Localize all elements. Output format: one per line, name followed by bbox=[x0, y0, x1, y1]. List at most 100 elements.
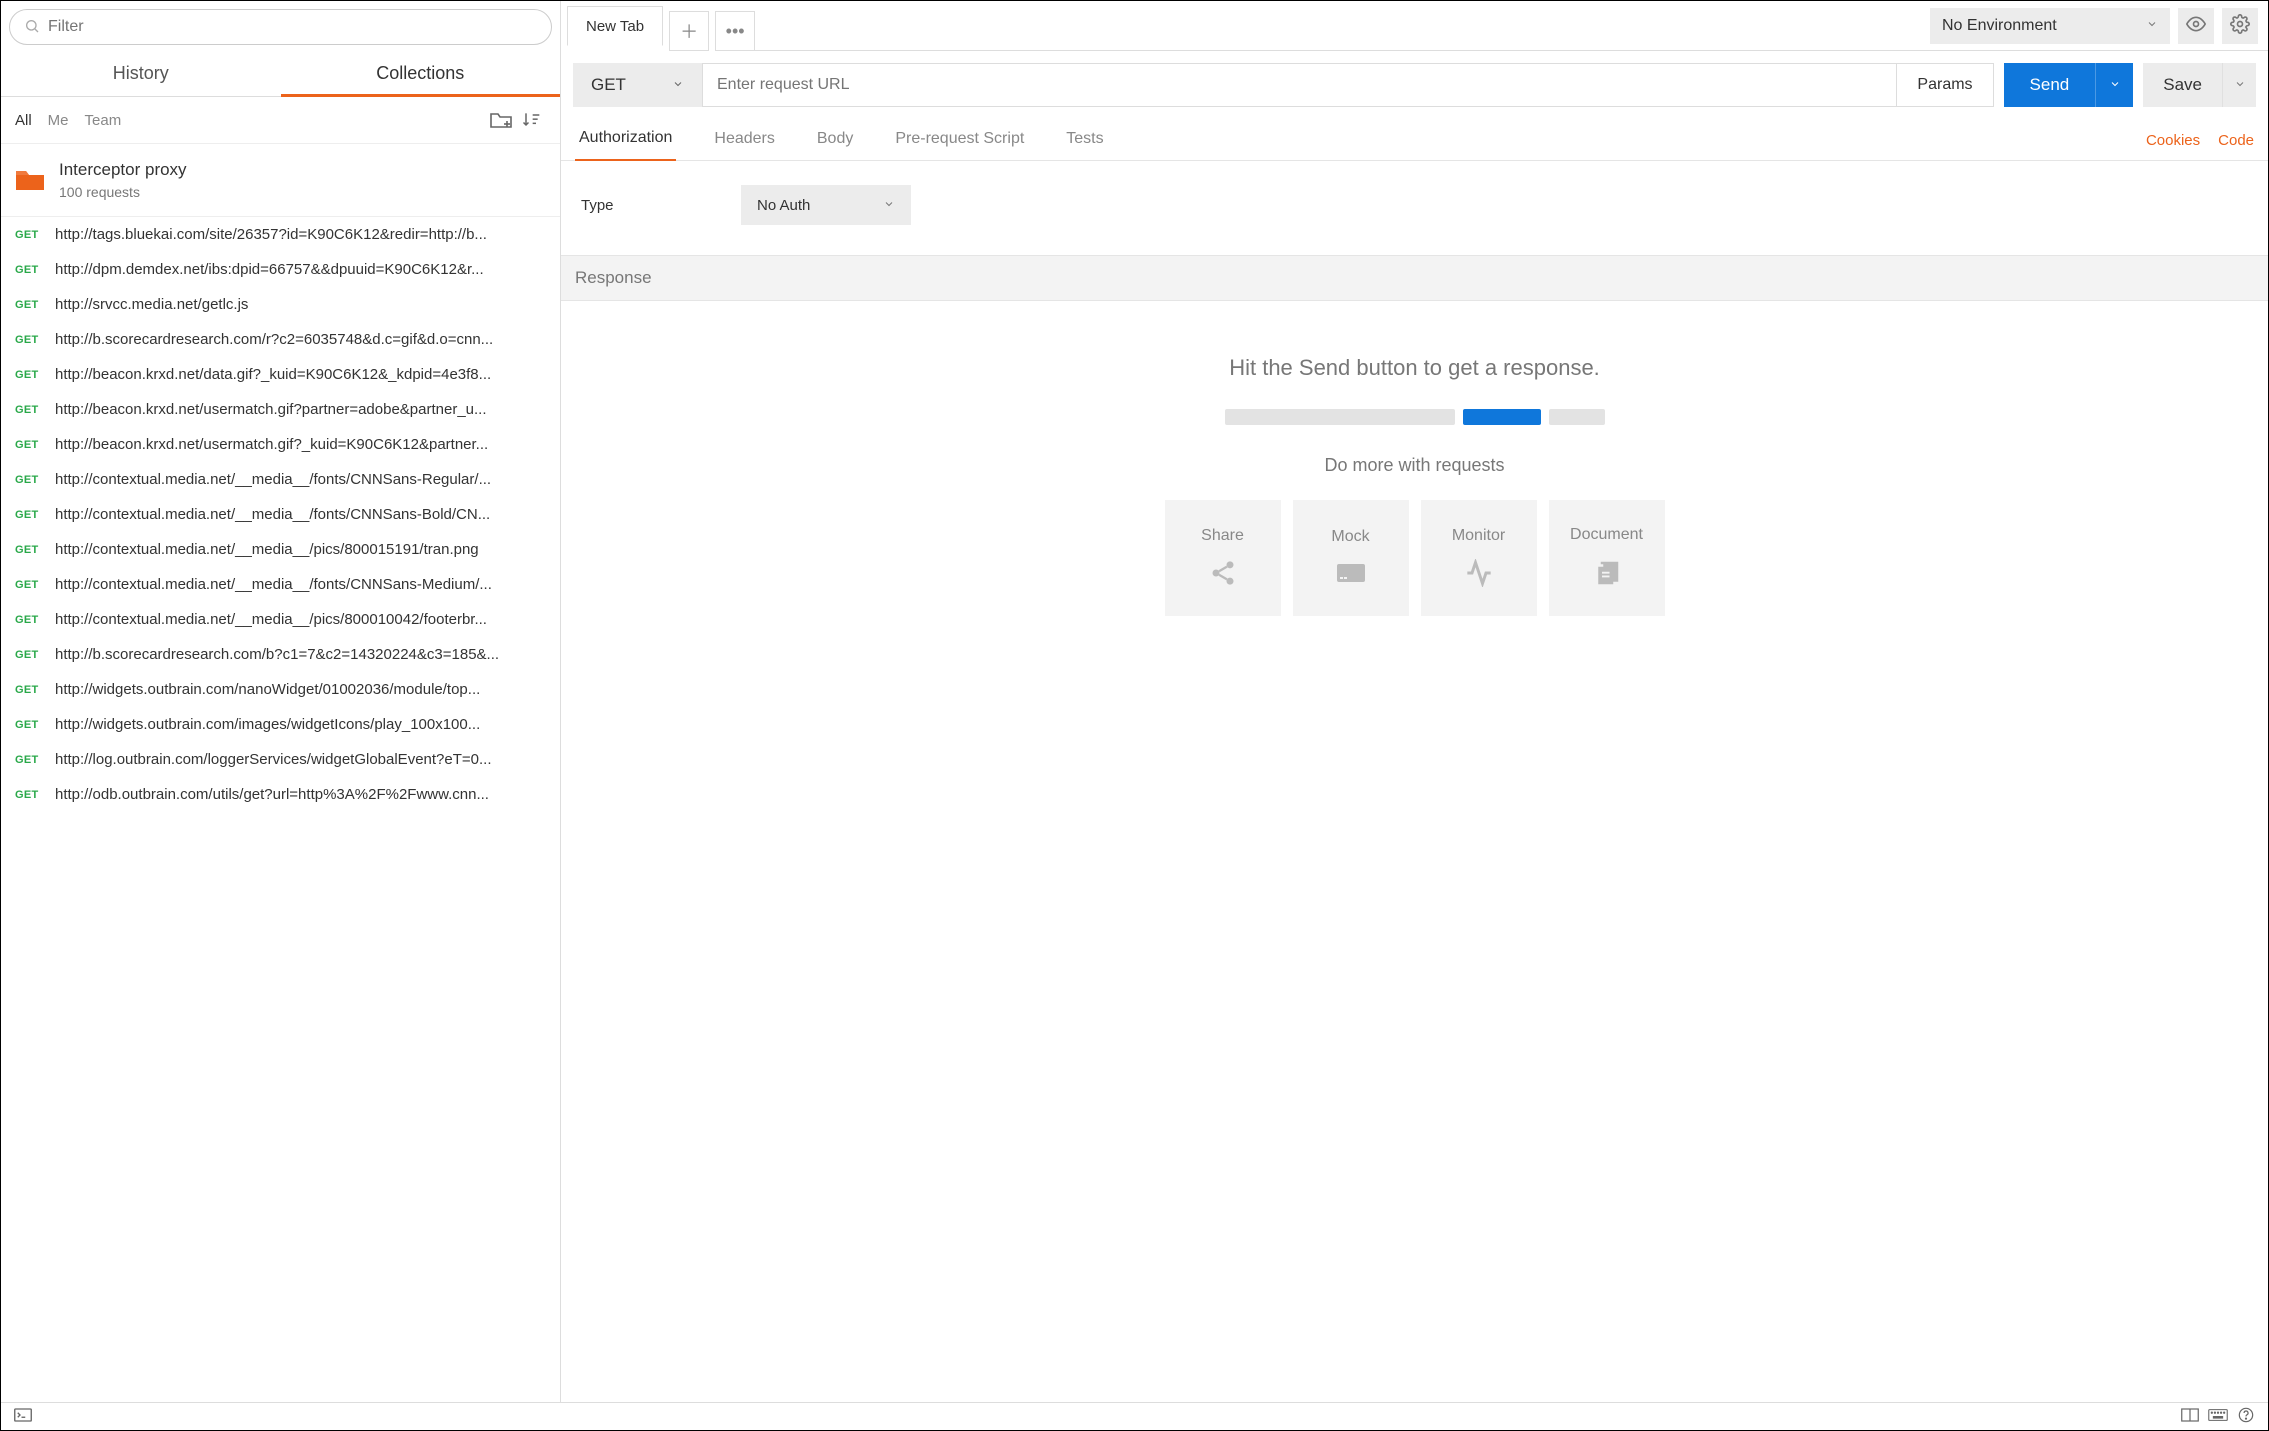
request-row[interactable]: GEThttp://beacon.krxd.net/data.gif?_kuid… bbox=[1, 357, 560, 392]
request-method: GET bbox=[15, 579, 55, 591]
request-url: http://odb.outbrain.com/utils/get?url=ht… bbox=[55, 786, 546, 803]
request-url: http://contextual.media.net/__media__/fo… bbox=[55, 471, 546, 488]
keyboard-shortcuts-button[interactable] bbox=[2204, 1403, 2232, 1431]
request-row[interactable]: GEThttp://contextual.media.net/__media__… bbox=[1, 532, 560, 567]
request-row[interactable]: GEThttp://b.scorecardresearch.com/r?c2=6… bbox=[1, 322, 560, 357]
placeholder-illustration bbox=[1225, 409, 1605, 425]
do-more-label: Do more with requests bbox=[1324, 455, 1504, 476]
scope-all[interactable]: All bbox=[15, 112, 32, 129]
settings-button[interactable] bbox=[2222, 8, 2258, 44]
request-url: http://contextual.media.net/__media__/pi… bbox=[55, 611, 546, 628]
help-icon bbox=[2238, 1407, 2254, 1426]
terminal-icon bbox=[14, 1408, 32, 1425]
request-row[interactable]: GEThttp://srvcc.media.net/getlc.js bbox=[1, 287, 560, 322]
save-options-button[interactable] bbox=[2222, 63, 2256, 107]
activity-icon bbox=[1463, 559, 1495, 590]
request-method: GET bbox=[15, 719, 55, 731]
request-row[interactable]: GEThttp://contextual.media.net/__media__… bbox=[1, 602, 560, 637]
help-button[interactable] bbox=[2232, 1403, 2260, 1431]
sort-button[interactable] bbox=[516, 107, 546, 133]
request-method: GET bbox=[15, 754, 55, 766]
environment-selected-label: No Environment bbox=[1942, 17, 2057, 35]
ellipsis-icon: ••• bbox=[726, 21, 745, 42]
auth-type-select[interactable]: No Auth bbox=[741, 185, 911, 225]
filter-input[interactable] bbox=[48, 18, 537, 36]
request-url: http://beacon.krxd.net/usermatch.gif?par… bbox=[55, 401, 546, 418]
request-row[interactable]: GEThttp://log.outbrain.com/loggerService… bbox=[1, 742, 560, 777]
server-icon bbox=[1335, 560, 1367, 589]
request-row[interactable]: GEThttp://contextual.media.net/__media__… bbox=[1, 462, 560, 497]
request-url: http://tags.bluekai.com/site/26357?id=K9… bbox=[55, 226, 546, 243]
share-label: Share bbox=[1201, 527, 1244, 545]
request-row[interactable]: GEThttp://dpm.demdex.net/ibs:dpid=66757&… bbox=[1, 252, 560, 287]
url-input[interactable] bbox=[703, 63, 1897, 107]
request-row[interactable]: GEThttp://tags.bluekai.com/site/26357?id… bbox=[1, 217, 560, 252]
new-collection-button[interactable] bbox=[486, 107, 516, 133]
request-url: http://contextual.media.net/__media__/fo… bbox=[55, 506, 546, 523]
subtab-authorization[interactable]: Authorization bbox=[575, 121, 676, 161]
auth-type-label: Type bbox=[581, 197, 741, 214]
auth-type-selected: No Auth bbox=[757, 197, 810, 214]
request-url: http://b.scorecardresearch.com/r?c2=6035… bbox=[55, 331, 546, 348]
request-url: http://beacon.krxd.net/data.gif?_kuid=K9… bbox=[55, 366, 546, 383]
response-header: Response bbox=[561, 255, 2268, 301]
request-row[interactable]: GEThttp://widgets.outbrain.com/nanoWidge… bbox=[1, 672, 560, 707]
request-url: http://contextual.media.net/__media__/fo… bbox=[55, 576, 546, 593]
tab-history[interactable]: History bbox=[1, 53, 281, 96]
subtab-tests[interactable]: Tests bbox=[1062, 122, 1107, 160]
monitor-card[interactable]: Monitor bbox=[1421, 500, 1537, 616]
environment-quicklook-button[interactable] bbox=[2178, 8, 2214, 44]
document-icon bbox=[1592, 558, 1622, 591]
subtab-body[interactable]: Body bbox=[813, 122, 857, 160]
request-url: http://b.scorecardresearch.com/b?c1=7&c2… bbox=[55, 646, 546, 663]
request-row[interactable]: GEThttp://b.scorecardresearch.com/b?c1=7… bbox=[1, 637, 560, 672]
collection-name: Interceptor proxy bbox=[59, 160, 187, 180]
folder-icon bbox=[15, 166, 59, 195]
mock-card[interactable]: Mock bbox=[1293, 500, 1409, 616]
subtab-headers[interactable]: Headers bbox=[710, 122, 778, 160]
request-method: GET bbox=[15, 509, 55, 521]
send-options-button[interactable] bbox=[2095, 63, 2133, 107]
scope-me[interactable]: Me bbox=[48, 112, 69, 129]
eye-icon bbox=[2186, 14, 2206, 37]
params-button[interactable]: Params bbox=[1897, 63, 1993, 107]
document-card[interactable]: Document bbox=[1549, 500, 1665, 616]
chevron-down-icon bbox=[2146, 17, 2158, 35]
request-row[interactable]: GEThttp://contextual.media.net/__media__… bbox=[1, 567, 560, 602]
request-method: GET bbox=[15, 264, 55, 276]
console-button[interactable] bbox=[9, 1403, 37, 1431]
subtab-prerequest[interactable]: Pre-request Script bbox=[891, 122, 1028, 160]
request-row[interactable]: GEThttp://contextual.media.net/__media__… bbox=[1, 497, 560, 532]
code-link[interactable]: Code bbox=[2218, 132, 2254, 149]
request-method: GET bbox=[15, 369, 55, 381]
method-select[interactable]: GET bbox=[573, 63, 703, 107]
tab-options-button[interactable]: ••• bbox=[715, 11, 755, 51]
request-row[interactable]: GEThttp://odb.outbrain.com/utils/get?url… bbox=[1, 777, 560, 812]
save-button[interactable]: Save bbox=[2143, 63, 2222, 107]
search-icon bbox=[24, 18, 40, 37]
request-method: GET bbox=[15, 299, 55, 311]
request-row[interactable]: GEThttp://widgets.outbrain.com/images/wi… bbox=[1, 707, 560, 742]
request-url: http://beacon.krxd.net/usermatch.gif?_ku… bbox=[55, 436, 546, 453]
request-method: GET bbox=[15, 684, 55, 696]
share-card[interactable]: Share bbox=[1165, 500, 1281, 616]
request-row[interactable]: GEThttp://beacon.krxd.net/usermatch.gif?… bbox=[1, 392, 560, 427]
filter-box[interactable] bbox=[9, 9, 552, 45]
send-button[interactable]: Send bbox=[2004, 63, 2096, 107]
monitor-label: Monitor bbox=[1452, 527, 1505, 545]
keyboard-icon bbox=[2208, 1408, 2228, 1425]
scope-team[interactable]: Team bbox=[85, 112, 122, 129]
tab-collections[interactable]: Collections bbox=[281, 53, 561, 97]
request-row[interactable]: GEThttp://beacon.krxd.net/usermatch.gif?… bbox=[1, 427, 560, 462]
layout-toggle-button[interactable] bbox=[2176, 1403, 2204, 1431]
collection-header[interactable]: Interceptor proxy 100 requests bbox=[1, 144, 560, 217]
mock-label: Mock bbox=[1331, 528, 1369, 546]
cookies-link[interactable]: Cookies bbox=[2146, 132, 2200, 149]
chevron-down-icon bbox=[672, 75, 684, 95]
collection-subtitle: 100 requests bbox=[59, 184, 187, 200]
request-method: GET bbox=[15, 649, 55, 661]
new-tab-button[interactable]: ＋ bbox=[669, 11, 709, 51]
share-icon bbox=[1209, 559, 1237, 590]
environment-select[interactable]: No Environment bbox=[1930, 8, 2170, 44]
request-tab-active[interactable]: New Tab bbox=[567, 6, 663, 46]
